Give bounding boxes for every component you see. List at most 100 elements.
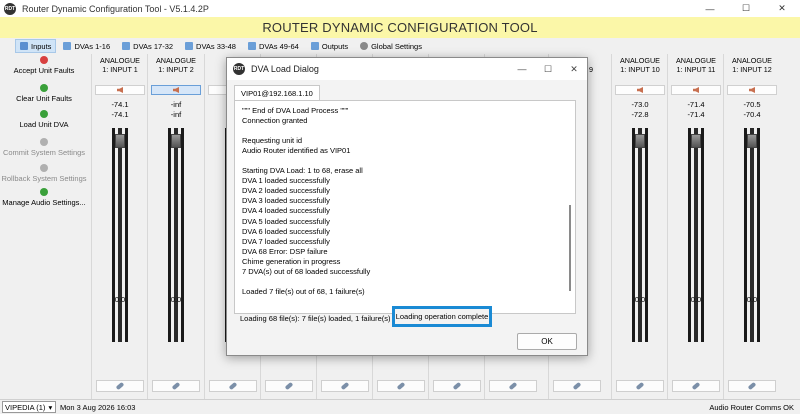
dialog-minimize-button[interactable]: —	[509, 58, 535, 80]
action-label: Load Unit DVA	[19, 120, 69, 129]
fader-handle[interactable]	[691, 134, 701, 148]
tab-dvas-33-48[interactable]: DVAs 33-48	[180, 39, 241, 53]
fader-handle[interactable]	[115, 134, 125, 148]
fader-track	[638, 128, 642, 342]
fader-track	[174, 128, 178, 342]
link-button[interactable]	[152, 380, 200, 392]
title-bar: RDT Router Dynamic Configuration Tool - …	[0, 0, 800, 17]
dialog-title-bar: RDT DVA Load Dialog — ☐ ✕	[227, 58, 587, 80]
link-button[interactable]	[321, 380, 369, 392]
minimize-button[interactable]: —	[692, 0, 728, 17]
unit-select-value: VIPEDIA (1)	[5, 402, 46, 412]
mute-button[interactable]	[615, 85, 665, 95]
rollback-system-settings-button[interactable]: Rollback System Settings	[0, 164, 88, 183]
fader-handle[interactable]	[635, 134, 645, 148]
outputs-icon	[310, 42, 319, 50]
channel-strip: ANALOGUE 1: INPUT 2 -inf -inf 0.0	[147, 54, 203, 399]
link-icon	[452, 381, 462, 391]
status-bar: VIPEDIA (1) ▾ Mon 3 Aug 2026 16:03 Audio…	[0, 399, 800, 414]
mute-button[interactable]	[95, 85, 145, 95]
manage-audio-icon	[40, 188, 48, 196]
fader-handle[interactable]	[171, 134, 181, 148]
tab-unit-connection[interactable]: VIP01@192.168.1.10	[234, 85, 320, 100]
dialog-maximize-button[interactable]: ☐	[535, 58, 561, 80]
log-line: DVA 6 loaded successfully	[242, 226, 330, 236]
channel-name: ANALOGUE 1: INPUT 1	[100, 56, 140, 74]
link-button[interactable]	[96, 380, 144, 392]
status-datetime: Mon 3 Aug 2026 16:03	[60, 402, 136, 412]
log-line: Starting DVA Load: 1 to 68, erase all	[242, 166, 363, 176]
tab-inputs[interactable]: Inputs	[15, 39, 57, 53]
action-label: Clear Unit Faults	[16, 94, 72, 103]
link-button[interactable]	[728, 380, 776, 392]
tab-dvas-49-64[interactable]: DVAs 49-64	[243, 39, 304, 53]
speaker-icon	[693, 87, 699, 93]
channel-strip: ANALOGUE 1: INPUT 12 -70.5 -70.4 0.0	[723, 54, 779, 399]
level-readout: -71.4	[687, 100, 705, 109]
dva-icon	[185, 42, 194, 50]
clear-unit-faults-button[interactable]: Clear Unit Faults	[0, 84, 88, 103]
log-line: DVA 2 loaded successfully	[242, 186, 330, 196]
link-button[interactable]	[433, 380, 481, 392]
link-icon	[171, 381, 181, 391]
level-readout: -72.8	[631, 110, 649, 119]
link-button[interactable]	[377, 380, 425, 392]
channel-name: ANALOGUE 1: INPUT 2	[156, 56, 196, 74]
link-button[interactable]	[265, 380, 313, 392]
speaker-icon	[173, 87, 179, 93]
gain-value: 0.0	[746, 295, 758, 304]
tab-label: DVAs 17-32	[133, 41, 174, 51]
load-complete-status: Loading operation complete	[392, 306, 492, 327]
tab-dvas-17-32[interactable]: DVAs 17-32	[117, 39, 178, 53]
tab-label: Outputs	[321, 41, 349, 51]
level-readout: -70.4	[743, 110, 761, 119]
close-button[interactable]: ✕	[764, 0, 800, 17]
link-button[interactable]	[672, 380, 720, 392]
commit-system-settings-button[interactable]: Commit System Settings	[0, 138, 88, 157]
link-button[interactable]	[616, 380, 664, 392]
fader-handle[interactable]	[747, 134, 757, 148]
log-line: Requesting unit id	[242, 136, 303, 146]
maximize-button[interactable]: ☐	[728, 0, 764, 17]
tab-label: Inputs	[31, 41, 52, 51]
tab-global-settings[interactable]: Global Settings	[355, 39, 427, 53]
dialog-close-button[interactable]: ✕	[561, 58, 587, 80]
log-line: 7 DVA(s) out of 68 loaded successfully	[242, 266, 371, 276]
tab-dvas-1-16[interactable]: DVAs 1-16	[58, 39, 115, 53]
link-button[interactable]	[489, 380, 537, 392]
level-meter	[632, 128, 635, 342]
link-button[interactable]	[209, 380, 257, 392]
accept-faults-icon	[40, 56, 48, 64]
link-icon	[228, 381, 238, 391]
mute-button[interactable]	[727, 85, 777, 95]
unit-select[interactable]: VIPEDIA (1) ▾	[2, 401, 56, 413]
link-button[interactable]	[553, 380, 601, 392]
log-scrollbar[interactable]	[567, 105, 573, 307]
gain-value: 0.0	[690, 295, 702, 304]
mute-button[interactable]	[671, 85, 721, 95]
level-meter	[701, 128, 704, 342]
level-readout: -73.0	[631, 100, 649, 109]
mute-button[interactable]	[151, 85, 201, 95]
level-meter	[645, 128, 648, 342]
level-meter	[744, 128, 747, 342]
action-label: Manage Audio Settings...	[2, 198, 86, 207]
manage-audio-settings-button[interactable]: Manage Audio Settings...	[0, 188, 88, 207]
tab-label: DVAs 1-16	[74, 41, 111, 51]
channel-strip: ANALOGUE 1: INPUT 11 -71.4 -71.4 0.0	[667, 54, 723, 399]
load-unit-dva-button[interactable]: Load Unit DVA	[0, 110, 88, 129]
scrollbar-thumb[interactable]	[569, 205, 571, 291]
log-panel: """ End of DVA Load Process """ Connectio…	[234, 100, 576, 314]
tab-label: Global Settings	[371, 41, 422, 51]
tab-label: DVAs 33-48	[196, 41, 236, 51]
rollback-icon	[40, 164, 48, 172]
chevron-down-icon: ▾	[48, 402, 53, 412]
link-icon	[572, 381, 582, 391]
accept-unit-faults-button[interactable]: Accept Unit Faults	[0, 56, 88, 75]
action-label: Commit System Settings	[2, 148, 86, 157]
channel-name: ANALOGUE 1: INPUT 12	[732, 56, 772, 74]
tab-outputs[interactable]: Outputs	[306, 39, 353, 53]
level-meter	[688, 128, 691, 342]
ok-button[interactable]: OK	[517, 333, 577, 350]
log-line: Chime generation in progress	[242, 256, 341, 266]
